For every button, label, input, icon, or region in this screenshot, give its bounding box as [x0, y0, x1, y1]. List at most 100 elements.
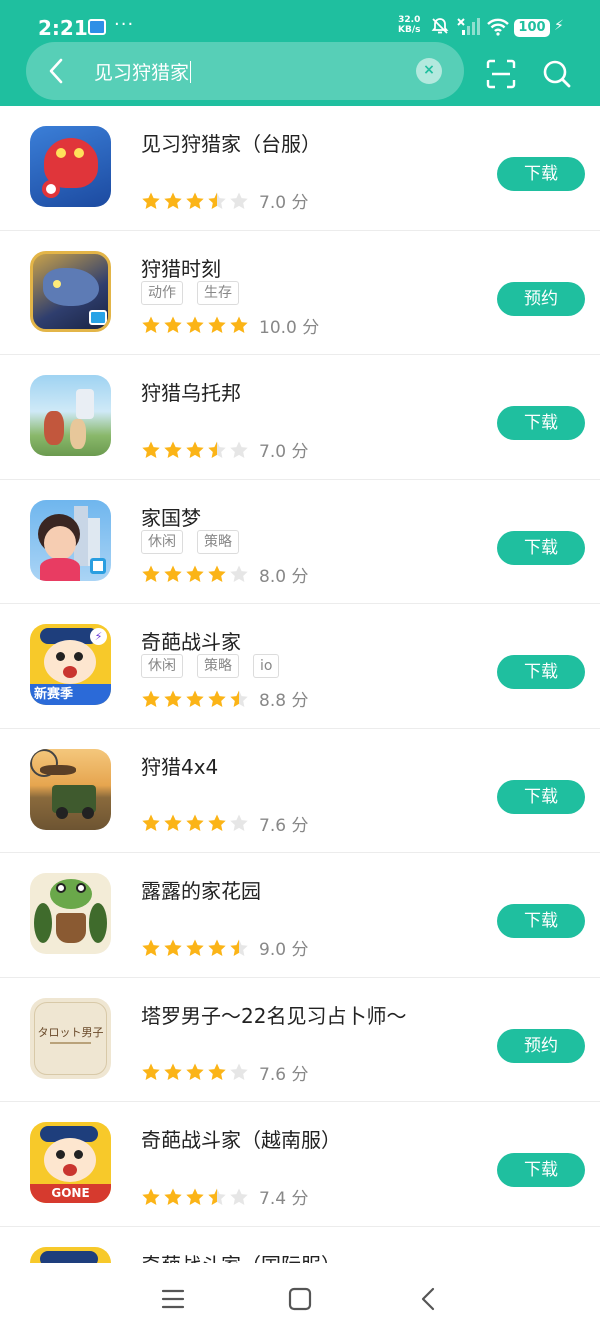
- star-icon: [164, 565, 182, 583]
- app-name[interactable]: 狩猎4x4: [141, 751, 218, 780]
- app-score: 7.0 分: [259, 193, 309, 213]
- back-icon[interactable]: [419, 1287, 437, 1315]
- signal-icon: [456, 17, 482, 41]
- icon-caption: GONE: [30, 1184, 111, 1203]
- download-button[interactable]: 下载: [497, 1153, 585, 1187]
- more-notifications-icon: ···: [114, 14, 135, 35]
- app-rating: 7.0 分: [141, 188, 308, 213]
- download-button[interactable]: 下载: [497, 904, 585, 938]
- star-icon: [142, 441, 160, 458]
- search-icon[interactable]: [542, 59, 572, 93]
- app-tag: 策略: [197, 654, 239, 678]
- app-icon-frog-garden[interactable]: [30, 873, 111, 954]
- network-speed-unit: KB/s: [398, 25, 421, 35]
- search-input[interactable]: 见习狩猎家: [94, 58, 192, 85]
- star-icon: [230, 316, 248, 334]
- star-icon: [142, 565, 160, 583]
- app-tags: 休闲 策略 io: [141, 654, 293, 678]
- download-button[interactable]: 下载: [497, 779, 585, 814]
- star-icon: [208, 814, 226, 832]
- back-arrow-icon[interactable]: [44, 57, 70, 89]
- app-name[interactable]: 家国梦: [141, 502, 201, 531]
- charging-icon: ⚡: [554, 18, 564, 34]
- star-icon: [208, 441, 226, 458]
- app-rating: 8.0 分: [141, 562, 308, 587]
- star-icon: [230, 192, 248, 209]
- app-name[interactable]: 奇葩战斗家（越南服）: [141, 1124, 341, 1153]
- status-bar: 2:21 ··· 32.0 KB/s 100 ⚡: [0, 0, 600, 44]
- app-score: 8.0 分: [259, 566, 309, 587]
- list-item[interactable]: 狩猎时刻 动作 生存 10.0 分 预约: [0, 231, 600, 355]
- app-icon-qipa[interactable]: ⚡ 新赛季: [30, 624, 111, 705]
- star-icon: [164, 441, 182, 458]
- list-item[interactable]: 见习狩猎家（台服） 7.0 分 下载: [0, 106, 600, 231]
- star-rating: [141, 1062, 251, 1083]
- search-bar[interactable]: 见习狩猎家 ×: [26, 42, 464, 100]
- star-icon: [164, 316, 182, 334]
- download-button[interactable]: 下载: [497, 157, 585, 191]
- star-icon: [186, 814, 204, 832]
- star-icon: [164, 1063, 182, 1081]
- list-item[interactable]: ⚡ 新赛季 奇葩战斗家 休闲 策略 io 8.8 分 下载: [0, 604, 600, 729]
- list-item[interactable]: 奇葩战斗家（国际服）: [0, 1227, 600, 1264]
- clear-search-button[interactable]: ×: [416, 58, 442, 84]
- app-icon-qipa-vietnam[interactable]: GONE: [30, 1122, 111, 1203]
- app-rating: 7.0 分: [141, 437, 308, 462]
- app-name[interactable]: 狩猎时刻: [141, 253, 221, 282]
- app-icon-qipa-international[interactable]: [30, 1246, 111, 1263]
- app-icon-tarot[interactable]: タロット男子: [30, 997, 111, 1079]
- list-item[interactable]: 家国梦 休闲 策略 8.0 分 下载: [0, 480, 600, 604]
- star-icon: [186, 316, 204, 334]
- star-icon: [142, 192, 160, 209]
- search-results-list[interactable]: 见习狩猎家（台服） 7.0 分 下载 狩猎时刻 动作 生存 10.0 分 预约 狩…: [0, 106, 600, 1263]
- app-name[interactable]: 狩猎乌托邦: [141, 377, 241, 406]
- star-icon: [208, 192, 226, 209]
- status-time: 2:21: [38, 16, 88, 40]
- app-name[interactable]: 奇葩战斗家: [141, 626, 241, 655]
- app-name[interactable]: 见习狩猎家（台服）: [141, 128, 321, 157]
- star-rating: [141, 813, 251, 834]
- mute-bell-icon: [430, 16, 450, 40]
- app-icon-dragon[interactable]: [30, 126, 111, 207]
- app-icon-hunting-4x4[interactable]: [30, 748, 111, 830]
- list-item[interactable]: 狩猎4x4 7.6 分 下载: [0, 729, 600, 853]
- top-bar: 2:21 ··· 32.0 KB/s 100 ⚡ 见习狩猎家 ×: [0, 0, 600, 106]
- search-query-text: 见习狩猎家: [94, 62, 190, 84]
- app-icon-monster[interactable]: [30, 250, 111, 332]
- menu-icon[interactable]: [161, 1288, 185, 1314]
- list-item[interactable]: 狩猎乌托邦 7.0 分 下载: [0, 355, 600, 480]
- app-name[interactable]: 塔罗男子～22名见习占卜师～: [141, 1000, 406, 1029]
- app-rating: 7.4 分: [141, 1184, 308, 1209]
- list-item[interactable]: 露露的家花园 9.0 分 下载: [0, 853, 600, 978]
- network-speed-value: 32.0: [398, 15, 421, 25]
- star-icon: [142, 814, 160, 832]
- app-icon-jiaguomeng[interactable]: [30, 499, 111, 581]
- star-icon: [208, 690, 226, 707]
- reserve-button[interactable]: 预约: [497, 1028, 585, 1063]
- download-button[interactable]: 下载: [497, 655, 585, 689]
- star-rating: [141, 688, 251, 709]
- app-rating: 8.8 分: [141, 686, 308, 711]
- star-icon: [208, 1188, 226, 1205]
- app-rating: 7.6 分: [141, 811, 308, 836]
- app-tag: 休闲: [141, 529, 183, 554]
- reserve-button[interactable]: 预约: [497, 281, 585, 316]
- list-item[interactable]: タロット男子 塔罗男子～22名见习占卜师～ 7.6 分 预约: [0, 978, 600, 1102]
- app-name[interactable]: 露露的家花园: [141, 875, 261, 904]
- list-item[interactable]: GONE 奇葩战斗家（越南服） 7.4 分 下载: [0, 1102, 600, 1227]
- app-tag: 动作: [141, 280, 183, 305]
- star-icon: [186, 1188, 204, 1205]
- download-button[interactable]: 下载: [497, 406, 585, 440]
- star-rating: [141, 315, 251, 336]
- star-icon: [142, 690, 160, 707]
- star-icon: [230, 565, 248, 583]
- star-icon: [186, 690, 204, 707]
- star-icon: [164, 1188, 182, 1205]
- scan-icon[interactable]: [486, 59, 516, 93]
- app-icon-utopia[interactable]: [30, 375, 111, 456]
- download-button[interactable]: 下载: [497, 530, 585, 565]
- star-icon: [142, 939, 160, 956]
- app-name[interactable]: 奇葩战斗家（国际服）: [141, 1249, 341, 1264]
- home-icon[interactable]: [288, 1287, 312, 1315]
- app-rating: 10.0 分: [141, 313, 319, 338]
